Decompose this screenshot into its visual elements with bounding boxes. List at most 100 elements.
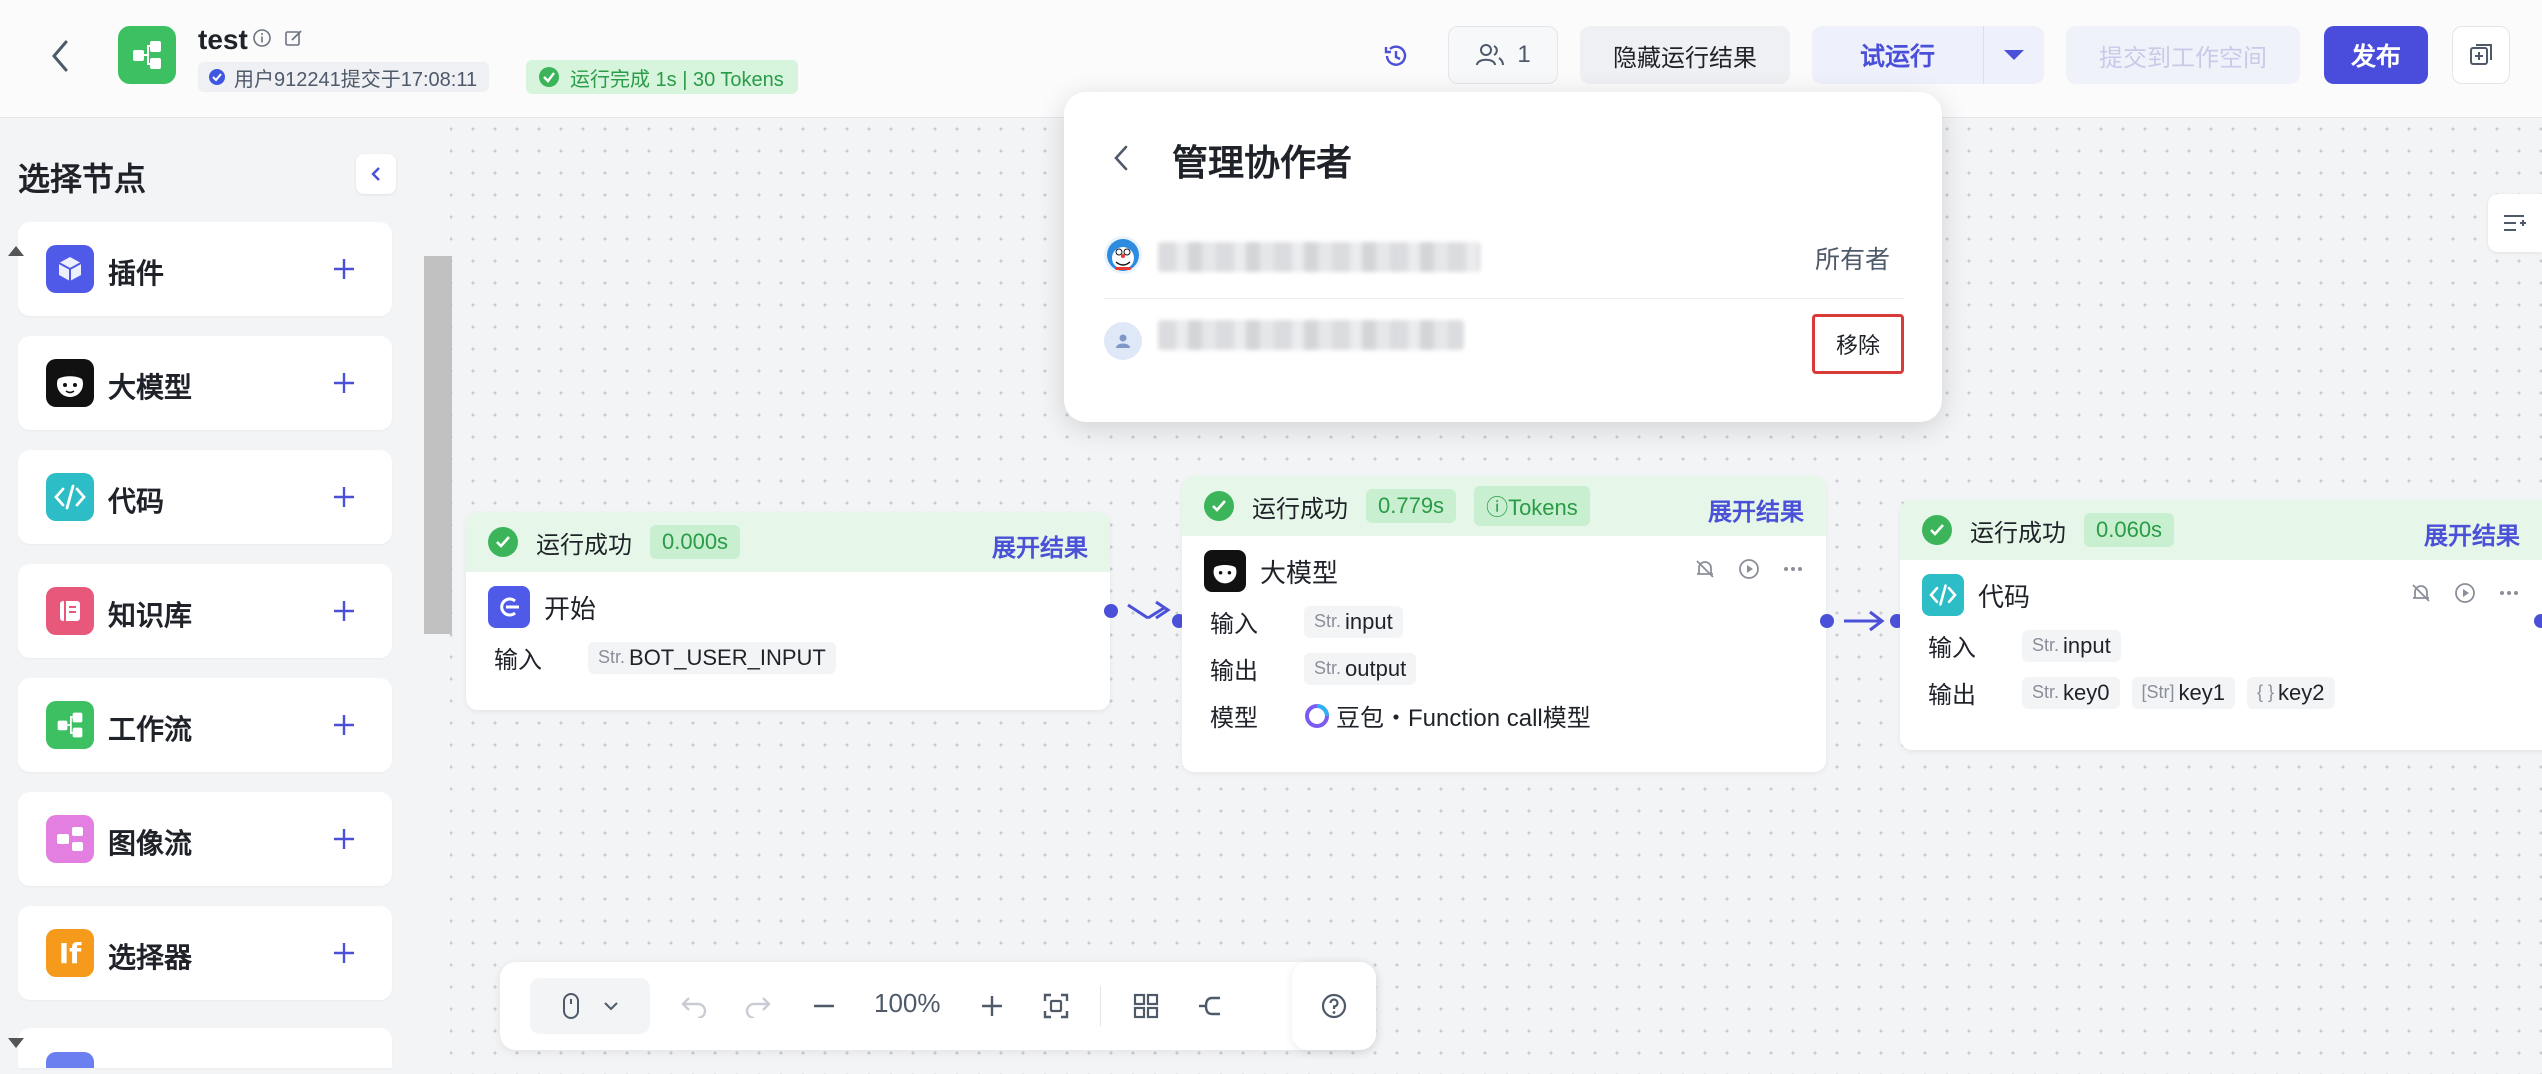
param-chip: { } key2 <box>2247 676 2335 709</box>
history-button[interactable] <box>1376 36 1416 76</box>
output-port[interactable] <box>2534 614 2542 628</box>
run-status-badge: 运行完成 1s | 30 Tokens <box>526 60 798 94</box>
sidebar-item-llm[interactable]: 大模型 <box>18 336 392 430</box>
sidebar-item-label: 知识库 <box>108 600 193 631</box>
param-chip: Str. key0 <box>2022 676 2120 709</box>
input-label: 输入 <box>1928 635 1976 662</box>
collaborators-button[interactable]: 1 <box>1448 26 1558 84</box>
info-icon[interactable] <box>252 28 272 53</box>
sidebar-title: 选择节点 <box>18 161 147 197</box>
help-button[interactable] <box>1292 962 1376 1050</box>
auto-layout-button[interactable] <box>1124 984 1168 1028</box>
add-workflow-button[interactable] <box>324 705 364 745</box>
fit-view-button[interactable] <box>1034 984 1078 1028</box>
zoom-in-button[interactable] <box>970 984 1014 1028</box>
sidebar-item-label: 插件 <box>108 258 165 289</box>
edge-arrow-icon <box>1127 600 1171 620</box>
scroll-up-arrow[interactable] <box>8 246 24 256</box>
bell-off-icon[interactable] <box>1694 558 1716 580</box>
zoom-level[interactable]: 100% <box>874 988 941 1019</box>
sidebar-item-workflow[interactable]: 工作流 <box>18 678 392 772</box>
expand-result-link[interactable]: 展开结果 <box>1708 492 1804 527</box>
output-port[interactable] <box>1104 604 1118 618</box>
publish-button[interactable]: 发布 <box>2324 26 2428 84</box>
more-icon[interactable] <box>1782 558 1804 580</box>
interaction-mode-select[interactable] <box>530 978 650 1034</box>
redo-icon <box>745 997 771 1018</box>
output-label: 输出 <box>1928 682 1976 709</box>
play-icon[interactable] <box>1738 558 1760 580</box>
redo-button[interactable] <box>736 984 780 1028</box>
expand-result-link[interactable]: 展开结果 <box>2424 516 2520 551</box>
sidebar-item-partial[interactable] <box>18 1028 392 1068</box>
add-imageflow-button[interactable] <box>324 819 364 859</box>
sidebar-item-label: 代码 <box>108 486 165 517</box>
collaborator-count: 1 <box>1517 41 1531 68</box>
undo-icon <box>681 997 707 1018</box>
add-llm-button[interactable] <box>324 363 364 403</box>
imageflow-icon <box>46 815 94 863</box>
selector-icon: If <box>46 929 94 977</box>
chevron-left-icon <box>1114 145 1128 171</box>
check-circle-icon <box>488 527 518 557</box>
trial-run-button[interactable]: 试运行 <box>1812 26 1984 84</box>
output-port[interactable] <box>1820 614 1834 628</box>
node-status-text: 运行成功 <box>1970 519 2066 547</box>
add-plugin-button[interactable] <box>324 249 364 289</box>
zoom-out-button[interactable] <box>802 984 846 1028</box>
add-selector-button[interactable] <box>324 933 364 973</box>
sidebar-item-selector[interactable]: If 选择器 <box>18 906 392 1000</box>
check-circle-icon <box>1922 515 1952 545</box>
output-label: 输出 <box>1210 658 1258 685</box>
model-value: 豆包・Function call模型 <box>1336 705 1591 732</box>
scroll-down-arrow[interactable] <box>8 1038 24 1048</box>
more-icon[interactable] <box>2498 582 2520 604</box>
remove-collaborator-button[interactable]: 移除 <box>1812 314 1904 374</box>
plus-icon <box>334 715 354 735</box>
edit-icon[interactable] <box>284 28 304 53</box>
submit-to-workspace-button[interactable]: 提交到工作空间 <box>2066 26 2300 84</box>
verified-icon <box>209 69 225 85</box>
node-status-bar: 运行成功 0.060s 展开结果 <box>1900 500 2542 560</box>
sidebar-item-imageflow[interactable]: 图像流 <box>18 792 392 886</box>
plus-icon <box>982 996 1002 1016</box>
node-title: 开始 <box>544 593 597 624</box>
plugin-icon <box>46 245 94 293</box>
back-button[interactable] <box>44 36 76 76</box>
llm-node[interactable]: 运行成功 0.779s ⓘTokens 展开结果 大模型 输入 Str. inpu… <box>1182 476 1826 772</box>
node-title: 代码 <box>1978 581 2031 612</box>
submit-meta-text: 用户912241提交于17:08:11 <box>234 68 478 91</box>
play-icon[interactable] <box>2454 582 2476 604</box>
plus-icon <box>334 943 354 963</box>
popover-back-button[interactable] <box>1106 138 1136 178</box>
undo-button[interactable] <box>672 984 716 1028</box>
manage-collaborators-popover: 管理协作者 所有者 移除 <box>1064 92 1942 422</box>
bell-off-icon[interactable] <box>2410 582 2432 604</box>
param-chip: Str. input <box>2022 629 2121 662</box>
add-code-button[interactable] <box>324 477 364 517</box>
doubao-model-icon <box>1305 703 1329 728</box>
chevron-left-icon <box>371 167 380 181</box>
collapse-sidebar-button[interactable] <box>356 154 396 194</box>
collaborator-row-owner: 所有者 <box>1104 216 1904 296</box>
sidebar-item-knowledge[interactable]: 知识库 <box>18 564 392 658</box>
sidebar-scrollbar-thumb[interactable] <box>424 256 452 634</box>
model-label: 模型 <box>1210 705 1258 732</box>
trial-run-dropdown[interactable] <box>1984 26 2044 84</box>
history-icon <box>1384 45 1407 66</box>
popover-title: 管理协作者 <box>1172 142 1353 183</box>
param-chip: Str. output <box>1304 652 1417 685</box>
sidebar-item-plugin[interactable]: 插件 <box>18 222 392 316</box>
submit-meta-badge: 用户912241提交于17:08:11 <box>198 62 490 92</box>
code-node[interactable]: 运行成功 0.060s 展开结果 代码 输入 Str. input 输出 Str.… <box>1900 500 2542 750</box>
connector-style-button[interactable] <box>1188 984 1232 1028</box>
canvas-toolbar: 100% <box>500 962 1376 1050</box>
hide-results-button[interactable]: 隐藏运行结果 <box>1580 26 1790 84</box>
add-knowledge-button[interactable] <box>324 591 364 631</box>
start-node[interactable]: 运行成功 0.000s 展开结果 开始 输入 Str. BOT_USER_INPU… <box>466 512 1110 710</box>
users-icon <box>1476 44 1505 66</box>
expand-view-button[interactable] <box>2452 26 2510 84</box>
outline-panel-button[interactable] <box>2488 194 2542 252</box>
sidebar-item-code[interactable]: 代码 <box>18 450 392 544</box>
expand-result-link[interactable]: 展开结果 <box>992 528 1088 563</box>
